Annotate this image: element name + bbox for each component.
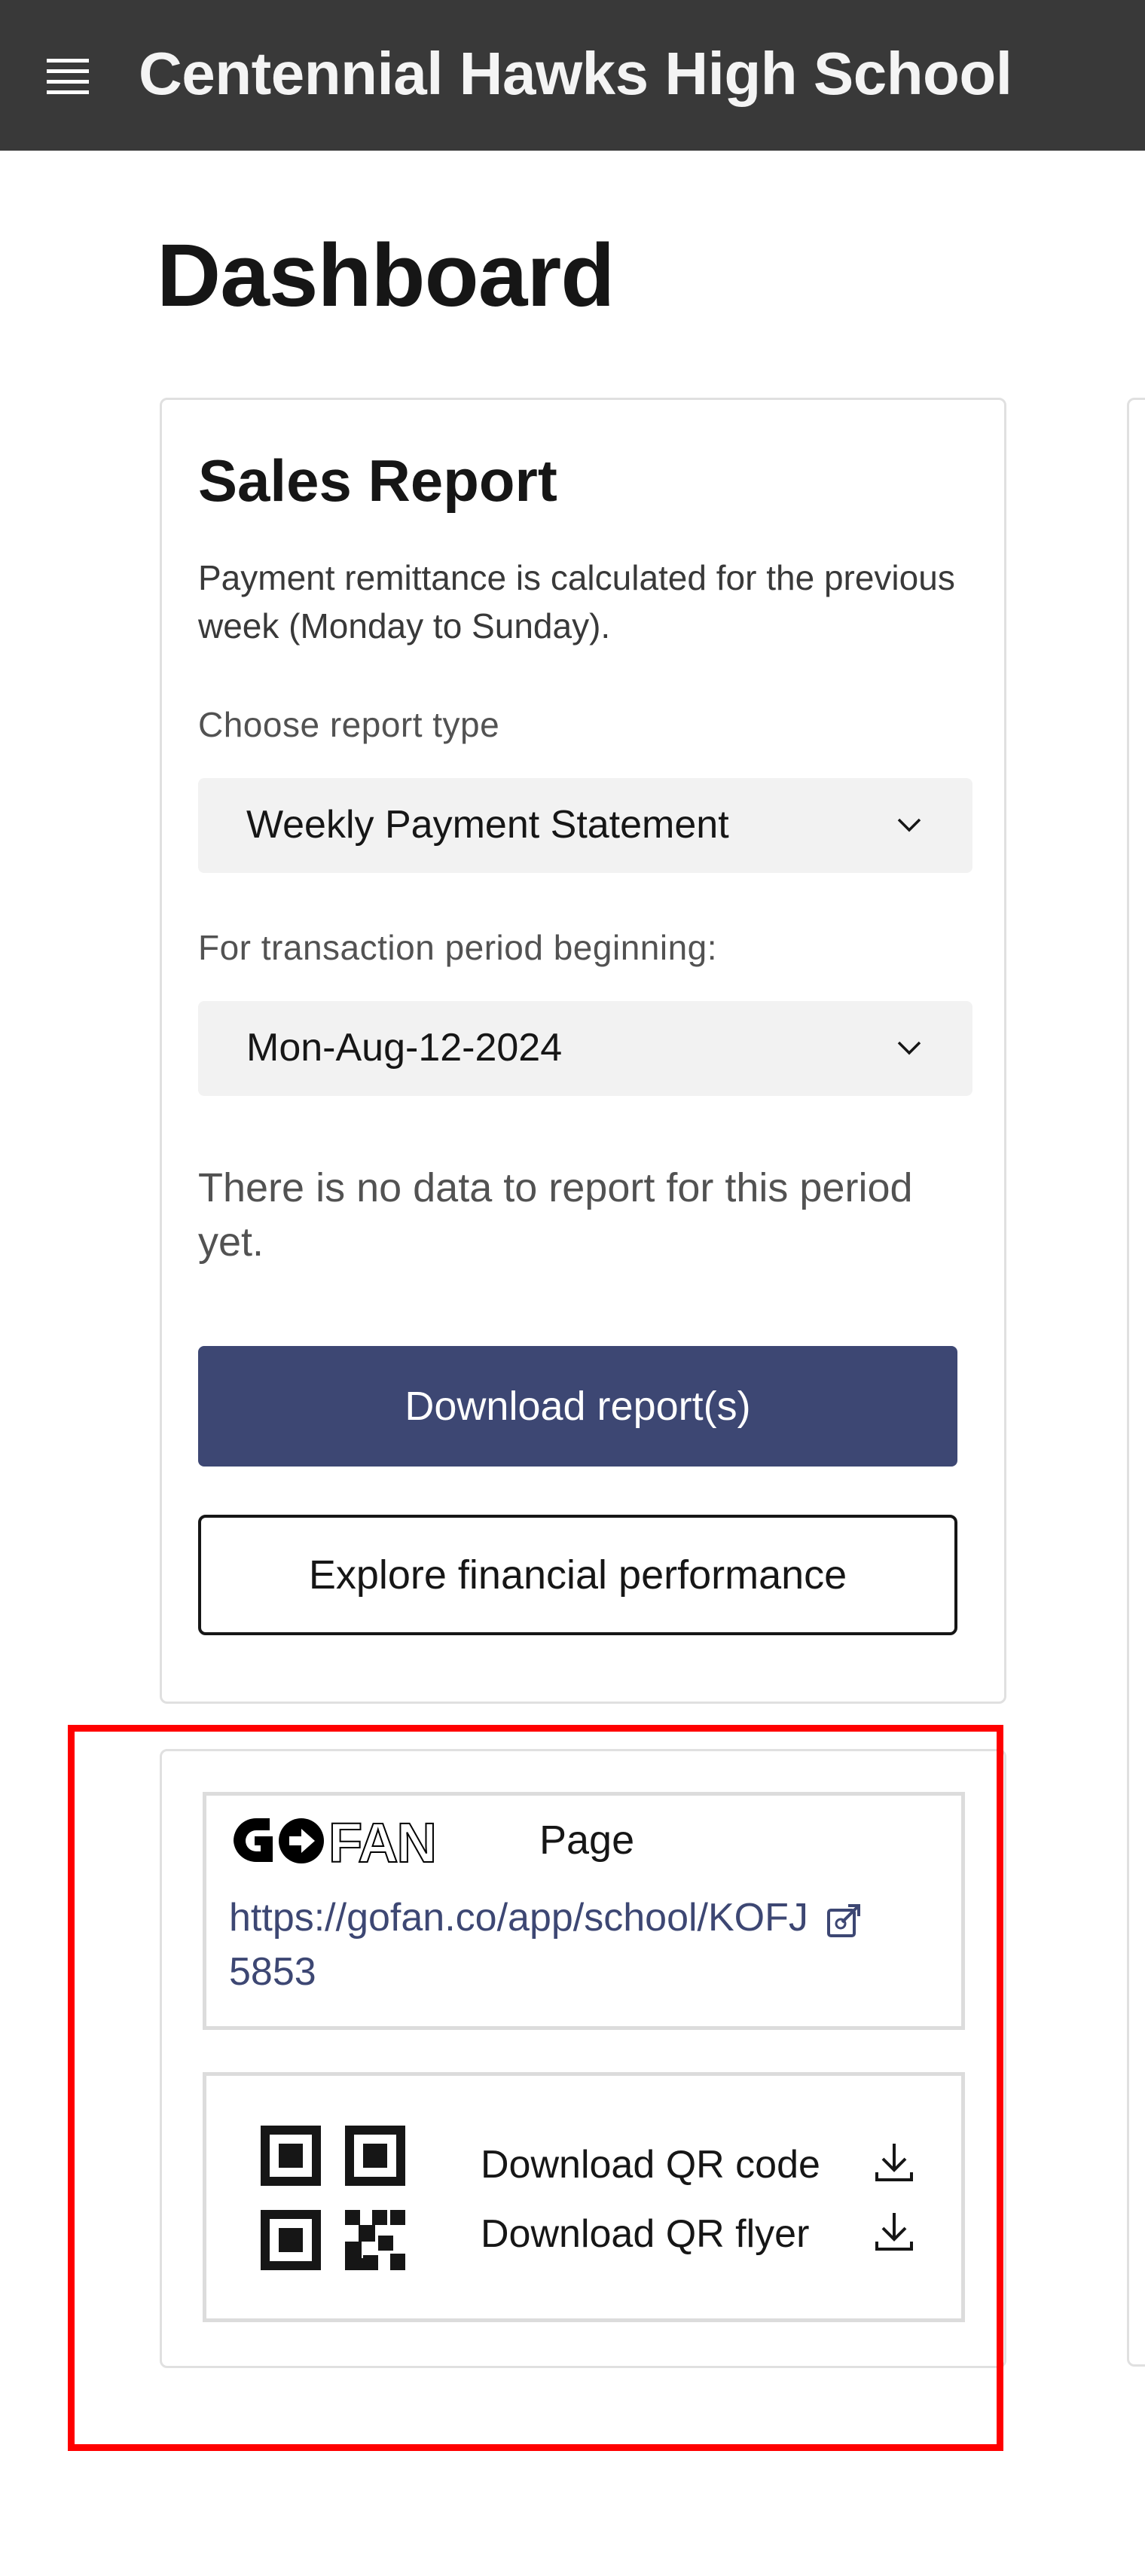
page-title: Dashboard xyxy=(157,226,615,325)
hamburger-menu-icon[interactable] xyxy=(47,59,89,95)
qr-download-box: Download QR code Download QR flyer xyxy=(203,2072,965,2322)
no-data-message: There is no data to report for this peri… xyxy=(198,1165,913,1265)
download-qr-code-label: Download QR code xyxy=(481,2143,820,2187)
chevron-down-icon xyxy=(897,1041,921,1055)
top-bar: Centennial Hawks High School xyxy=(0,0,1145,151)
gofan-card: FAN Page https://gofan.co/app/school/KOF… xyxy=(160,1749,1006,2368)
download-qr-flyer-label: Download QR flyer xyxy=(481,2212,810,2256)
period-select[interactable]: Mon-Aug-12-2024 xyxy=(198,1001,972,1096)
sales-report-card: Sales Report Payment remittance is calcu… xyxy=(160,398,1006,1704)
side-card xyxy=(1127,398,1145,2367)
app-title: Centennial Hawks High School xyxy=(139,40,1012,107)
qr-code-icon xyxy=(261,2126,405,2270)
gofan-page-label: Page xyxy=(539,1818,635,1863)
download-icon xyxy=(875,2213,913,2251)
download-report-button[interactable]: Download report(s) xyxy=(198,1346,957,1467)
explore-financial-performance-button[interactable]: Explore financial performance xyxy=(198,1515,957,1635)
download-icon xyxy=(875,2144,913,2181)
period-value: Mon-Aug-12-2024 xyxy=(246,1026,563,1070)
period-label: For transaction period beginning: xyxy=(198,928,718,967)
chevron-down-icon xyxy=(897,818,921,832)
report-type-select[interactable]: Weekly Payment Statement xyxy=(198,778,972,873)
sales-report-description: Payment remittance is calculated for the… xyxy=(198,558,955,646)
svg-text:FAN: FAN xyxy=(328,1812,435,1869)
gofan-page-link[interactable]: https://gofan.co/app/school/KOFJ5853 xyxy=(229,1891,817,1999)
gofan-logo: FAN xyxy=(234,1812,438,1869)
report-type-label: Choose report type xyxy=(198,705,500,744)
sales-report-title: Sales Report xyxy=(198,447,557,514)
download-qr-code-button[interactable]: Download QR code xyxy=(481,2135,933,2195)
report-type-value: Weekly Payment Statement xyxy=(246,803,729,847)
gofan-page-box: FAN Page https://gofan.co/app/school/KOF… xyxy=(203,1792,965,2030)
copy-link-icon[interactable] xyxy=(824,1900,866,1942)
download-qr-flyer-button[interactable]: Download QR flyer xyxy=(481,2204,933,2264)
